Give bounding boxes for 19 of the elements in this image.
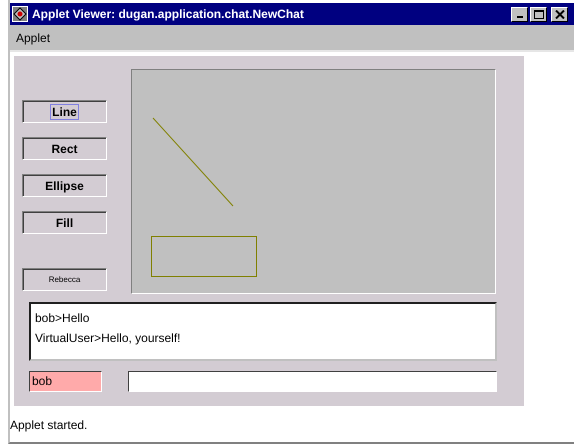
- close-button[interactable]: [551, 6, 568, 22]
- minimize-button[interactable]: [511, 6, 528, 22]
- user-button[interactable]: Rebecca: [22, 268, 107, 291]
- tool-button[interactable]: Rect: [22, 137, 107, 160]
- maximize-button[interactable]: [530, 6, 547, 22]
- applet-icon: [12, 6, 28, 22]
- maximize-icon: [534, 10, 544, 18]
- tool-button[interactable]: Line: [22, 100, 107, 123]
- menu-item[interactable]: Applet: [16, 30, 50, 44]
- tool-button[interactable]: Fill: [22, 211, 107, 234]
- status-text: Applet started.: [10, 418, 88, 434]
- chat-message: bob>Hello: [35, 310, 90, 327]
- chat-message: VirtualUser>Hello, yourself!: [35, 330, 182, 347]
- minimize-icon: [516, 16, 522, 18]
- name-field[interactable]: bob: [29, 371, 102, 392]
- message-field[interactable]: [128, 371, 497, 392]
- window-title: Applet Viewer: dugan.application.chat.NewChat: [32, 7, 305, 21]
- close-icon: [554, 10, 564, 18]
- tool-button[interactable]: Ellipse: [22, 174, 107, 197]
